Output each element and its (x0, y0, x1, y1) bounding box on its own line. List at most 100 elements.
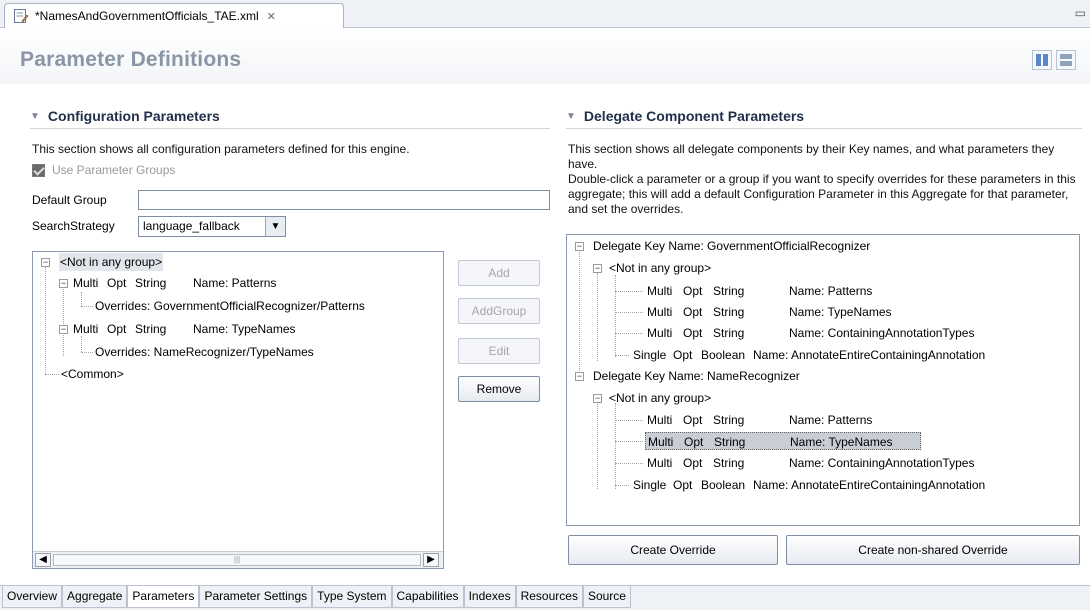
tab-overview[interactable]: Overview (2, 586, 63, 608)
param-opt: Opt (107, 322, 127, 336)
collapse-icon[interactable]: − (575, 242, 584, 251)
config-section-title[interactable]: ▼ Configuration Parameters (30, 108, 220, 124)
add-button[interactable]: Add (458, 260, 540, 286)
tab-resources[interactable]: Resources (515, 586, 583, 608)
param-opt: Opt (683, 326, 703, 340)
param-type: Boolean (701, 348, 746, 362)
search-strategy-value: language_fallback (143, 219, 240, 233)
collapse-triangle-icon[interactable]: ▼ (566, 111, 576, 122)
tree-guide (579, 249, 580, 375)
param-name: Name: Patterns (193, 276, 277, 290)
create-non-shared-override-button[interactable]: Create non-shared Override (786, 535, 1080, 565)
tree-row[interactable]: Multi Opt String Name: TypeNames (73, 320, 443, 338)
param-name: Name: ContainingAnnotationTypes (789, 456, 975, 470)
param-opt: Opt (673, 348, 693, 362)
param-name: Name: TypeNames (790, 435, 893, 449)
tree-guide (81, 336, 82, 352)
param-opt: Opt (107, 276, 127, 290)
horizontal-scrollbar[interactable]: ◀ ||| ▶ (33, 551, 443, 568)
collapse-icon[interactable]: − (59, 325, 68, 334)
use-parameter-groups-checkbox[interactable] (32, 164, 45, 177)
tree-row[interactable]: Multi Opt String Name: Patterns (73, 274, 443, 292)
scroll-right-icon[interactable]: ▶ (423, 553, 439, 567)
param-mult: Multi (647, 305, 673, 319)
tree-guide (615, 355, 629, 356)
config-separator (30, 128, 550, 129)
param-opt: Opt (683, 305, 703, 319)
param-mult: Multi (647, 413, 673, 427)
tree-row[interactable]: Multi Opt String Name: ContainingAnnotat… (647, 454, 1077, 472)
delegate-group-row[interactable]: <Not in any group> (609, 389, 711, 407)
param-mult: Multi (647, 284, 673, 298)
tree-guide (615, 333, 643, 334)
tab-parameter-settings[interactable]: Parameter Settings (199, 586, 313, 608)
tree-guide (63, 284, 64, 356)
collapse-icon[interactable]: − (593, 394, 602, 403)
param-name: Name: ContainingAnnotationTypes (789, 326, 975, 340)
tab-aggregate[interactable]: Aggregate (62, 586, 128, 608)
tree-guide (81, 352, 93, 353)
tree-guide (615, 485, 629, 486)
tab-type-system[interactable]: Type System (312, 586, 392, 608)
collapse-triangle-icon[interactable]: ▼ (30, 111, 40, 122)
scroll-thumb[interactable]: ||| (53, 554, 421, 566)
tree-guide (615, 403, 616, 489)
collapse-icon[interactable]: − (41, 258, 50, 267)
close-icon[interactable]: ✕ (267, 10, 276, 23)
delegate-group-row[interactable]: <Not in any group> (609, 259, 711, 277)
tree-row[interactable]: Multi Opt String Name: Patterns (647, 411, 1077, 429)
tab-source[interactable]: Source (582, 586, 631, 608)
minimize-icon[interactable]: ▭ (1075, 6, 1086, 20)
collapse-icon[interactable]: − (575, 372, 584, 381)
tree-row-override[interactable]: Overrides: NameRecognizer/TypeNames (95, 343, 314, 361)
tab-parameters[interactable]: Parameters (127, 586, 200, 608)
tree-row[interactable]: Single Opt Boolean Name: AnnotateEntireC… (633, 346, 1077, 364)
tree-row-override[interactable]: Overrides: GovernmentOfficialRecognizer/… (95, 297, 365, 315)
param-opt: Opt (684, 435, 704, 449)
param-name: Name: TypeNames (789, 305, 892, 319)
tab-indexes[interactable]: Indexes (463, 586, 516, 608)
default-group-input[interactable] (138, 190, 550, 210)
tree-guide (45, 374, 59, 375)
param-name: Name: TypeNames (193, 322, 296, 336)
editor-file-tab[interactable]: *NamesAndGovernmentOfficials_TAE.xml ✕ (4, 3, 344, 28)
param-mult: Single (633, 348, 667, 362)
param-mult: Multi (647, 326, 673, 340)
tree-group-common[interactable]: <Common> (61, 365, 124, 383)
tree-guide (615, 291, 643, 292)
delegate-section-title[interactable]: ▼ Delegate Component Parameters (566, 108, 804, 124)
collapse-icon[interactable]: − (593, 264, 602, 273)
tree-guide (597, 401, 598, 489)
horizontal-layout-icon[interactable] (1032, 50, 1052, 70)
tree-row[interactable]: Single Opt Boolean Name: AnnotateEntireC… (633, 476, 1077, 494)
tree-row[interactable]: Multi Opt String Name: ContainingAnnotat… (647, 324, 1077, 342)
tree-guide (615, 463, 643, 464)
page-title: Parameter Definitions (20, 48, 242, 71)
xml-file-icon (14, 9, 29, 23)
config-parameters-tree[interactable]: − <Not in any group> − Multi Opt String … (32, 251, 444, 569)
create-override-button[interactable]: Create Override (568, 535, 778, 565)
tree-row[interactable]: Multi Opt String Name: TypeNames (647, 303, 1077, 321)
vertical-layout-icon[interactable] (1056, 50, 1076, 70)
param-type: String (713, 284, 745, 298)
editor-filename: *NamesAndGovernmentOfficials_TAE.xml (35, 9, 259, 23)
delegate-parameters-tree[interactable]: − Delegate Key Name: GovernmentOfficialR… (566, 234, 1080, 526)
tree-row[interactable]: Multi Opt String Name: Patterns (647, 282, 1077, 300)
delegate-key-row[interactable]: Delegate Key Name: GovernmentOfficialRec… (593, 237, 870, 255)
delegate-title-text: Delegate Component Parameters (583, 108, 805, 124)
edit-button[interactable]: Edit (458, 338, 540, 364)
delegate-key-row[interactable]: Delegate Key Name: NameRecognizer (593, 367, 800, 385)
remove-button[interactable]: Remove (458, 376, 540, 402)
param-mult: Multi (73, 322, 99, 336)
collapse-icon[interactable]: − (59, 279, 68, 288)
tree-row-selected[interactable]: Multi Opt String Name: TypeNames (645, 432, 921, 450)
add-group-button[interactable]: AddGroup (458, 298, 540, 324)
param-mult: Multi (73, 276, 99, 290)
param-opt: Opt (683, 413, 703, 427)
search-strategy-select[interactable]: language_fallback ▼ (138, 216, 286, 237)
dropdown-arrow-icon[interactable]: ▼ (265, 217, 285, 236)
param-type: String (135, 322, 167, 336)
tree-group-not-in-any[interactable]: <Not in any group> (59, 253, 164, 271)
scroll-left-icon[interactable]: ◀ (35, 553, 51, 567)
tab-capabilities[interactable]: Capabilities (391, 586, 464, 608)
